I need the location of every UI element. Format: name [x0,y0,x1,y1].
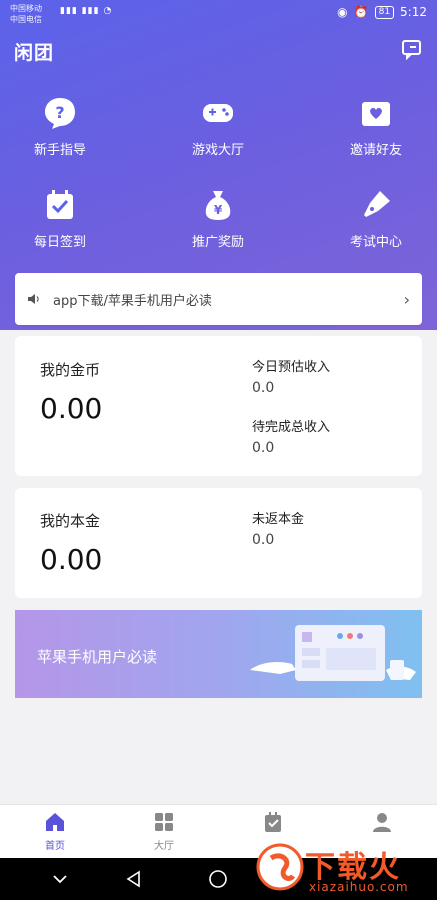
grid-item-guide[interactable]: ? 新手指导 [0,95,120,158]
coins-value: 0.00 [40,392,103,425]
heart-mail-icon [362,102,390,126]
back-icon[interactable] [124,869,144,889]
grid-item-promo[interactable]: ¥ 推广奖励 [158,187,278,250]
grid-item-exam[interactable]: 考试中心 [316,187,436,250]
home-circle-icon[interactable] [208,869,228,889]
status-right: ◉ ⏰ 81 5:12 [337,5,427,19]
banner-text: 苹果手机用户必读 [37,648,158,666]
grid-item-invite[interactable]: 邀请好友 [316,95,436,158]
pending-income-value: 0.0 [252,440,275,456]
notice-bar[interactable]: app下载/苹果手机用户必读 › [15,273,422,325]
chevron-right-icon: › [403,289,410,309]
task-icon [265,812,281,832]
signal-icons: ▮▮▮ ▮▮▮ ◔ [60,6,113,16]
carrier-2: 中国电信 [10,15,42,24]
unreturned-label: 未返本金 [252,512,305,527]
grid-item-game-hall[interactable]: 游戏大厅 [158,95,278,158]
grid-label-checkin: 每日签到 [33,235,86,250]
money-bag-icon: ¥ [205,191,231,220]
calendar-check-icon [47,190,73,219]
watermark-url: xiazaihuo.com [309,880,409,894]
principal-card: 我的本金 0.00 未返本金 0.0 [15,488,422,598]
unreturned-value: 0.0 [252,532,275,548]
banner-illustration [250,625,416,681]
principal-title: 我的本金 [40,512,101,530]
promo-banner[interactable]: 苹果手机用户必读 [15,610,422,698]
pen-nib-icon [364,191,390,217]
speaker-icon [28,294,39,304]
gamepad-icon [203,104,233,122]
notice-text: app下载/苹果手机用户必读 [53,293,212,309]
today-estimated-value: 0.0 [252,380,275,396]
grid-label-guide: 新手指导 [33,143,86,158]
tab-home[interactable]: 首页 [20,811,90,852]
tab-home-label: 首页 [45,841,65,852]
grid-icon [155,813,173,831]
carrier-info: 中国移动 中国电信 [10,3,42,25]
tab-hall-label: 大厅 [154,841,174,852]
svg-text:¥: ¥ [214,203,223,217]
tab-hall[interactable]: 大厅 [129,811,199,852]
coins-title: 我的金币 [40,361,101,379]
watermark-logo-icon [256,843,304,891]
grid-label-invite: 邀请好友 [349,143,402,158]
user-icon [373,813,391,832]
principal-value: 0.00 [40,543,103,576]
watermark: 下载火 xiazaihuo.com [235,836,435,898]
carrier-1: 中国移动 [10,4,42,13]
alarm-icon: ⏰ [353,5,369,19]
question-icon: ? [45,98,75,129]
app-logo: 闲团 [14,42,55,64]
grid-label-game-hall: 游戏大厅 [191,143,244,158]
coins-card: 我的金币 0.00 今日预估收入 0.0 待完成总收入 0.0 [15,336,422,476]
home-icon [46,813,64,831]
message-icon[interactable] [401,38,423,60]
battery-level: 81 [374,5,395,19]
tab-tasks[interactable] [238,811,308,837]
eye-icon: ◉ [337,5,348,19]
grid-label-promo: 推广奖励 [191,235,244,250]
clock: 5:12 [400,5,427,19]
svg-text:?: ? [55,103,64,122]
status-bar: 中国移动 中国电信 ▮▮▮ ▮▮▮ ◔ ◉ ⏰ 81 5:12 [0,0,437,28]
pending-income-label: 待完成总收入 [252,420,331,435]
grid-item-checkin[interactable]: 每日签到 [0,187,120,250]
today-estimated-label: 今日预估收入 [252,360,331,375]
tab-profile[interactable] [347,811,417,837]
chevron-down-icon[interactable] [50,869,70,889]
grid-label-exam: 考试中心 [349,235,402,250]
